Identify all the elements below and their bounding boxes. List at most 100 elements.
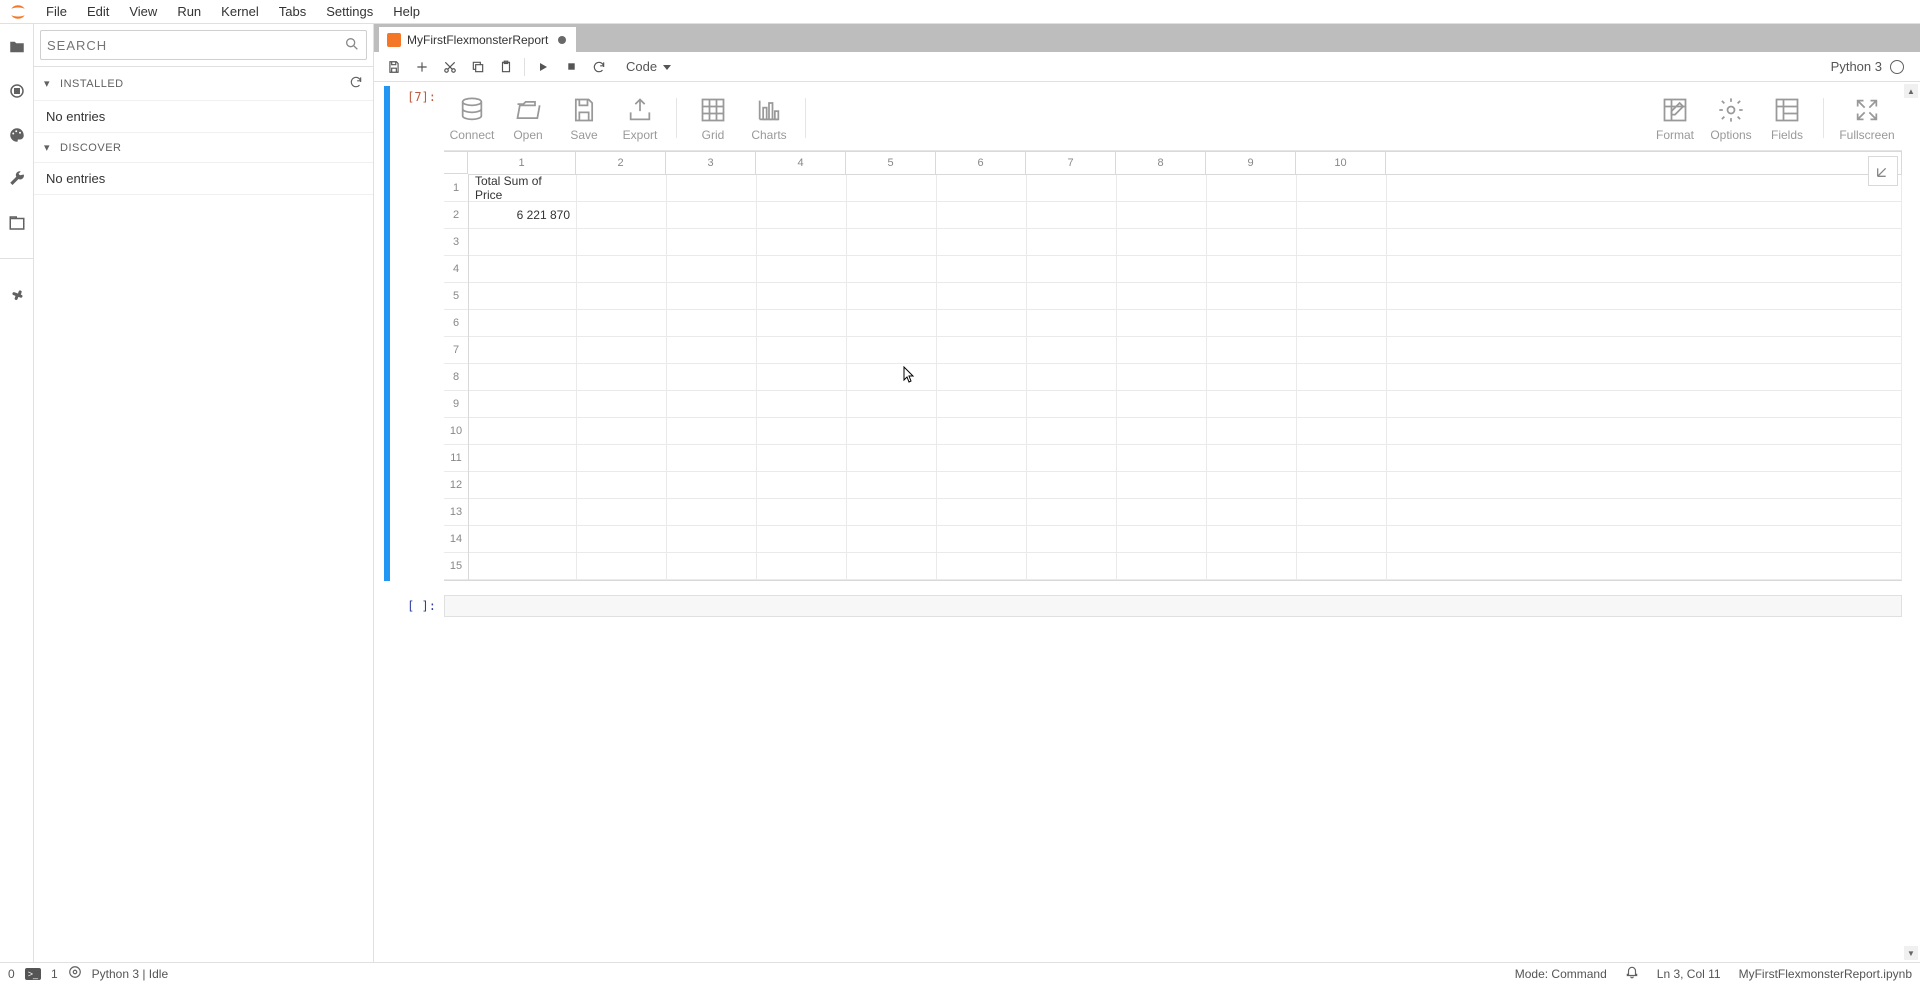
grid-cell[interactable] (1117, 445, 1206, 472)
grid-cell[interactable] (1297, 445, 1386, 472)
row-header[interactable]: 8 (444, 364, 468, 391)
menu-run[interactable]: Run (167, 1, 211, 22)
grid-cell[interactable] (469, 526, 576, 553)
grid-cell[interactable] (577, 175, 666, 202)
row-header[interactable]: 14 (444, 526, 468, 553)
grid-cell[interactable] (577, 202, 666, 229)
grid-cell[interactable] (1297, 310, 1386, 337)
column-header[interactable]: 4 (756, 152, 846, 174)
grid-cell[interactable] (847, 391, 936, 418)
grid-cell[interactable] (1297, 337, 1386, 364)
grid-cell[interactable] (577, 418, 666, 445)
grid-cell[interactable] (1207, 472, 1296, 499)
column-header[interactable]: 1 (468, 152, 576, 174)
fm-save-button[interactable]: Save (556, 92, 612, 144)
grid-cell[interactable] (1027, 256, 1116, 283)
grid-cell[interactable] (577, 472, 666, 499)
grid-cell[interactable] (577, 256, 666, 283)
grid-cell[interactable] (667, 364, 756, 391)
grid-cell[interactable] (757, 256, 846, 283)
grid-cell[interactable] (937, 445, 1026, 472)
grid-cell[interactable] (1207, 391, 1296, 418)
code-cell[interactable]: [7]: Connect O (384, 86, 1902, 581)
grid-cell[interactable] (937, 202, 1026, 229)
grid-cell[interactable] (937, 418, 1026, 445)
grid-cell[interactable] (1027, 553, 1116, 580)
menu-tabs[interactable]: Tabs (269, 1, 316, 22)
grid-cell[interactable] (847, 472, 936, 499)
copy-icon[interactable] (466, 55, 490, 79)
grid-cell[interactable] (577, 337, 666, 364)
column-header[interactable]: 7 (1026, 152, 1116, 174)
notification-icon[interactable] (1625, 965, 1639, 982)
grid-cell[interactable] (577, 553, 666, 580)
grid-cell[interactable] (667, 445, 756, 472)
grid-cell[interactable] (469, 256, 576, 283)
grid-cell[interactable] (1297, 418, 1386, 445)
collapse-icon[interactable] (1868, 156, 1898, 186)
column-header[interactable]: 6 (936, 152, 1026, 174)
column-header[interactable]: 2 (576, 152, 666, 174)
notebook[interactable]: ▲ ▼ [7]: Connect (374, 82, 1920, 962)
grid-cell[interactable] (1027, 283, 1116, 310)
grid-cell[interactable] (1297, 256, 1386, 283)
row-header[interactable]: 2 (444, 202, 468, 229)
grid-cell[interactable] (1297, 526, 1386, 553)
grid-cell[interactable] (469, 391, 576, 418)
grid-cell[interactable] (1207, 310, 1296, 337)
section-discover[interactable]: ▾ DISCOVER (34, 133, 373, 163)
grid-cell[interactable] (847, 364, 936, 391)
row-header[interactable]: 4 (444, 256, 468, 283)
row-header[interactable]: 1 (444, 175, 468, 202)
grid-cell[interactable] (847, 229, 936, 256)
row-header[interactable]: 15 (444, 553, 468, 580)
folder-icon[interactable] (8, 38, 26, 56)
grid-cell[interactable] (847, 337, 936, 364)
search-icon[interactable] (344, 36, 360, 55)
grid-cell[interactable] (1117, 418, 1206, 445)
grid-cell[interactable] (667, 391, 756, 418)
grid-cell[interactable] (847, 526, 936, 553)
column-header[interactable]: 10 (1296, 152, 1386, 174)
fm-connect-button[interactable]: Connect (444, 92, 500, 144)
grid-cell[interactable] (757, 364, 846, 391)
fm-fields-button[interactable]: Fields (1759, 92, 1815, 144)
grid-cell[interactable] (1297, 175, 1386, 202)
grid-cell[interactable] (937, 283, 1026, 310)
menu-file[interactable]: File (36, 1, 77, 22)
grid-cell[interactable] (577, 526, 666, 553)
grid-cell[interactable] (667, 499, 756, 526)
grid-cell[interactable] (1297, 364, 1386, 391)
grid-cell[interactable] (757, 553, 846, 580)
grid-cell[interactable] (757, 499, 846, 526)
grid-cell[interactable] (937, 310, 1026, 337)
cell-type-select[interactable]: Code (619, 55, 676, 79)
grid-cell[interactable] (847, 175, 936, 202)
grid-cell[interactable] (667, 229, 756, 256)
row-header[interactable]: 3 (444, 229, 468, 256)
grid-cell[interactable] (667, 526, 756, 553)
grid-cell[interactable] (667, 283, 756, 310)
grid-cell[interactable] (1207, 364, 1296, 391)
grid-cell[interactable] (667, 472, 756, 499)
grid-cell[interactable] (847, 418, 936, 445)
grid-cell[interactable] (937, 337, 1026, 364)
stop-icon[interactable] (559, 55, 583, 79)
grid-cell[interactable] (1117, 175, 1206, 202)
grid-cell[interactable] (757, 337, 846, 364)
save-icon[interactable] (382, 55, 406, 79)
grid-cell[interactable] (757, 418, 846, 445)
extension-icon[interactable] (8, 285, 26, 303)
grid-cell[interactable] (847, 445, 936, 472)
grid-cell[interactable] (937, 499, 1026, 526)
grid-cell[interactable] (937, 553, 1026, 580)
fm-options-button[interactable]: Options (1703, 92, 1759, 144)
notebook-tab[interactable]: MyFirstFlexmonsterReport (378, 26, 577, 52)
grid-cell[interactable] (469, 499, 576, 526)
column-header[interactable]: 8 (1116, 152, 1206, 174)
menu-kernel[interactable]: Kernel (211, 1, 269, 22)
restart-icon[interactable] (587, 55, 611, 79)
grid-cell[interactable] (1117, 256, 1206, 283)
palette-icon[interactable] (8, 126, 26, 144)
column-header[interactable]: 9 (1206, 152, 1296, 174)
